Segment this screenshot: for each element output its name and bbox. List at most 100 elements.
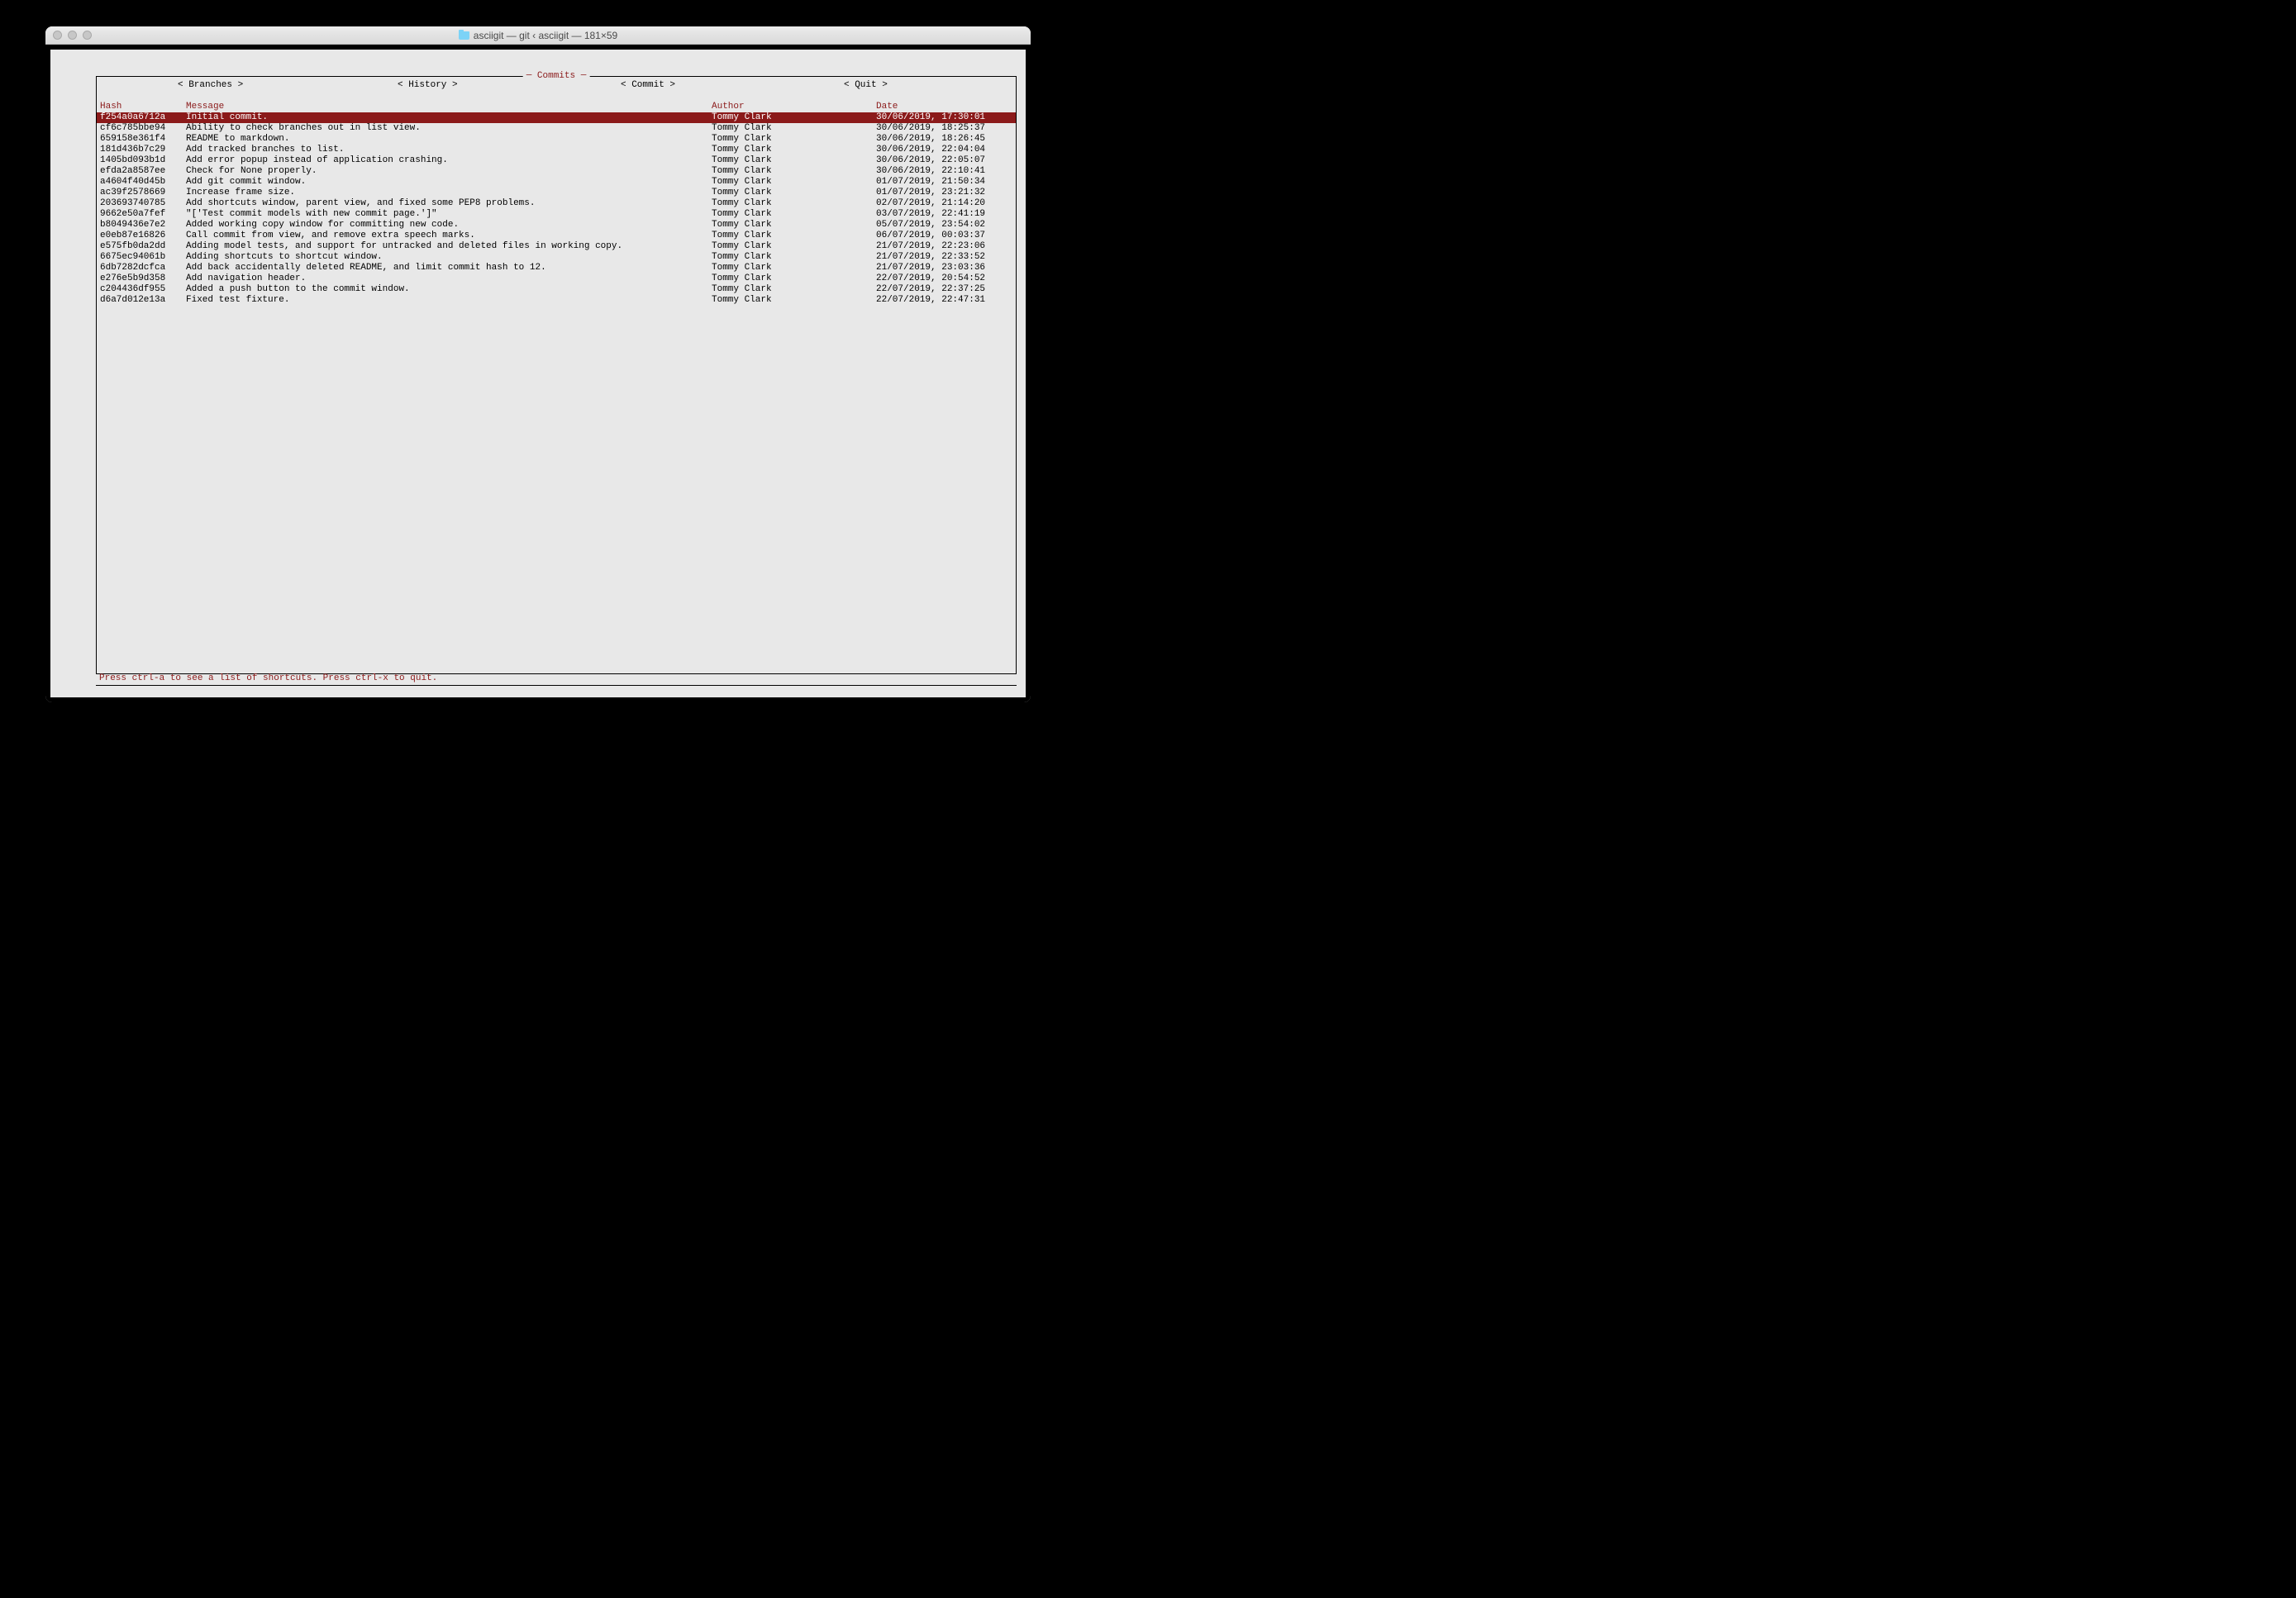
table-row[interactable]: 659158e361f4 README to markdown.Tommy Cla… [97,134,1016,145]
commit-author: Tommy Clark [712,295,836,306]
footer-divider [96,685,1017,686]
commit-hash: c204436df955 [100,284,179,295]
commit-hash: 203693740785 [100,198,179,209]
commit-author: Tommy Clark [712,273,836,284]
table-row[interactable]: a4604f40d45bAdd git commit window.Tommy … [97,177,1016,188]
commit-author: Tommy Clark [712,198,836,209]
commit-author: Tommy Clark [712,241,836,252]
commit-date: 01/07/2019, 21:50:34 [876,177,996,188]
commit-date: 02/07/2019, 21:14:20 [876,198,996,209]
nav-quit[interactable]: < Quit > [844,80,888,91]
divider: ────────────────────────────────────────… [98,92,1015,93]
terminal-body: ─ Commits ─ < Branches > < History > < C… [45,45,1031,702]
commit-hash: e276e5b9d358 [100,273,179,284]
commit-list: f254a0a6712aInitial commit.Tommy Clark30… [97,112,1016,306]
table-headers: Hash Message Author Date [97,102,1016,112]
traffic-lights [45,31,92,40]
commit-hash: e575fb0da2dd [100,241,179,252]
minimize-icon[interactable] [68,31,77,40]
commit-date: 30/06/2019, 18:26:45 [876,134,996,145]
commit-date: 06/07/2019, 00:03:37 [876,231,996,241]
table-row[interactable]: c204436df955Added a push button to the c… [97,284,1016,295]
commit-date: 30/06/2019, 22:05:07 [876,155,996,166]
commit-hash: a4604f40d45b [100,177,179,188]
header-author: Author [712,102,836,112]
close-icon[interactable] [53,31,62,40]
terminal-content: ─ Commits ─ < Branches > < History > < C… [50,50,1026,697]
commit-date: 22/07/2019, 22:47:31 [876,295,996,306]
table-row[interactable]: e276e5b9d358 Add navigation header.Tommy … [97,273,1016,284]
footer-hint: Press ctrl-a to see a list of shortcuts.… [99,673,437,684]
table-row[interactable]: d6a7d012e13a Fixed test fixture.Tommy Cla… [97,295,1016,306]
table-row[interactable]: 181d436b7c29Add tracked branches to list… [97,145,1016,155]
commit-author: Tommy Clark [712,209,836,220]
table-row[interactable]: 1405bd093b1d Add error popup instead of a… [97,155,1016,166]
commit-message: Add error popup instead of application c… [186,155,710,166]
table-row[interactable]: e0eb87e16826Call commit from view, and r… [97,231,1016,241]
table-row[interactable]: f254a0a6712aInitial commit.Tommy Clark30… [97,112,1016,123]
commit-hash: 659158e361f4 [100,134,179,145]
commit-hash: 6675ec94061b [100,252,179,263]
table-row[interactable]: efda2a8587eeCheck for None properly.Tomm… [97,166,1016,177]
commit-date: 30/06/2019, 22:10:41 [876,166,996,177]
header-message: Message [186,102,710,112]
commit-author: Tommy Clark [712,252,836,263]
commit-hash: f254a0a6712a [100,112,179,123]
commit-date: 30/06/2019, 17:30:01 [876,112,996,123]
window-title-text: asciigit — git ‹ asciigit — 181×59 [474,30,617,41]
table-row[interactable]: 6db7282dcfcaAdd back accidentally delete… [97,263,1016,273]
commit-date: 21/07/2019, 22:23:06 [876,241,996,252]
table-row[interactable]: e575fb0da2dd Adding model tests, and supp… [97,241,1016,252]
commit-message: Adding shortcuts to shortcut window. [186,252,710,263]
commit-author: Tommy Clark [712,284,836,295]
commit-author: Tommy Clark [712,166,836,177]
folder-icon [459,31,469,40]
commit-hash: d6a7d012e13a [100,295,179,306]
commit-message: Check for None properly. [186,166,710,177]
zoom-icon[interactable] [83,31,92,40]
commit-date: 22/07/2019, 22:37:25 [876,284,996,295]
commits-panel: ─ Commits ─ < Branches > < History > < C… [96,76,1017,674]
table-row[interactable]: 6675ec94061b Adding shortcuts to shortcut… [97,252,1016,263]
table-row[interactable]: b8049436e7e2Added working copy window fo… [97,220,1016,231]
commit-message: Fixed test fixture. [186,295,710,306]
commit-author: Tommy Clark [712,231,836,241]
commit-date: 03/07/2019, 22:41:19 [876,209,996,220]
commit-message: Increase frame size. [186,188,710,198]
commit-author: Tommy Clark [712,123,836,134]
commit-author: Tommy Clark [712,177,836,188]
commit-message: Adding model tests, and support for untr… [186,241,710,252]
commit-author: Tommy Clark [712,188,836,198]
commit-message: "['Test commit models with new commit pa… [186,209,710,220]
commit-message: Added working copy window for committing… [186,220,710,231]
nav-commit[interactable]: < Commit > [621,80,675,91]
nav-branches[interactable]: < Branches > [178,80,243,91]
commit-hash: cf6c785bbe94 [100,123,179,134]
commit-message: Add navigation header. [186,273,710,284]
table-row[interactable]: 203693740785 Add shortcuts window, parent… [97,198,1016,209]
commit-message: Ability to check branches out in list vi… [186,123,710,134]
commit-message: Add shortcuts window, parent view, and f… [186,198,710,209]
commit-author: Tommy Clark [712,263,836,273]
commit-message: README to markdown. [186,134,710,145]
commit-date: 01/07/2019, 23:21:32 [876,188,996,198]
commit-date: 21/07/2019, 22:33:52 [876,252,996,263]
nav-history[interactable]: < History > [398,80,458,91]
table-row[interactable]: 9662e50a7fef "['Test commit models with n… [97,209,1016,220]
commit-date: 30/06/2019, 18:25:37 [876,123,996,134]
commit-hash: 181d436b7c29 [100,145,179,155]
commit-hash: ac39f2578669 [100,188,179,198]
table-row[interactable]: cf6c785bbe94 Ability to check branches ou… [97,123,1016,134]
commit-author: Tommy Clark [712,145,836,155]
commit-hash: 1405bd093b1d [100,155,179,166]
commit-author: Tommy Clark [712,134,836,145]
nav-row: < Branches > < History > < Commit > < Qu… [97,80,1016,91]
header-hash: Hash [100,102,179,112]
commit-date: 22/07/2019, 20:54:52 [876,273,996,284]
titlebar: asciigit — git ‹ asciigit — 181×59 [45,26,1031,45]
table-row[interactable]: ac39f2578669 Increase frame size.Tommy Cl… [97,188,1016,198]
terminal-window: asciigit — git ‹ asciigit — 181×59 ─ Com… [45,26,1031,702]
commit-author: Tommy Clark [712,112,836,123]
commit-date: 21/07/2019, 23:03:36 [876,263,996,273]
commit-hash: 9662e50a7fef [100,209,179,220]
